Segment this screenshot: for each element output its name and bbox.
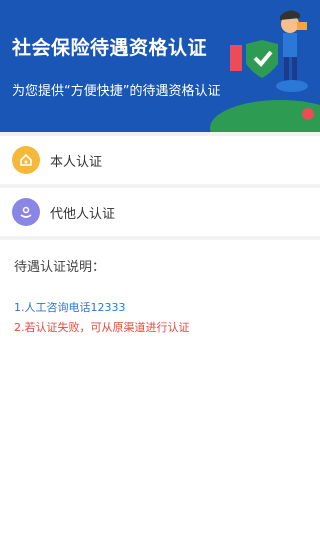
proxy-auth-button[interactable]: 代他人认证 (0, 188, 320, 236)
hotline-text: 1.人工咨询电话12333 (14, 301, 126, 314)
home-icon (12, 146, 40, 174)
header-banner: 社会保险待遇资格认证 为您提供“方便快捷”的待遇资格认证 (0, 0, 320, 132)
proxy-auth-label: 代他人认证 (50, 206, 116, 222)
page-title: 社会保险待遇资格认证 (12, 37, 208, 59)
self-auth-button[interactable]: 本人认证 (0, 136, 320, 184)
self-auth-label: 本人认证 (50, 154, 103, 170)
info-section: 待遇认证说明： 1.人工咨询电话12333 2.若认证失败，可从原渠道进行认证 (0, 240, 320, 335)
page-subtitle: 为您提供“方便快捷”的待遇资格认证 (12, 84, 221, 99)
hand-icon (12, 198, 40, 226)
failure-note: 2.若认证失败，可从原渠道进行认证 (14, 321, 190, 334)
illustration (210, 10, 320, 132)
info-heading: 待遇认证说明： (14, 260, 106, 275)
